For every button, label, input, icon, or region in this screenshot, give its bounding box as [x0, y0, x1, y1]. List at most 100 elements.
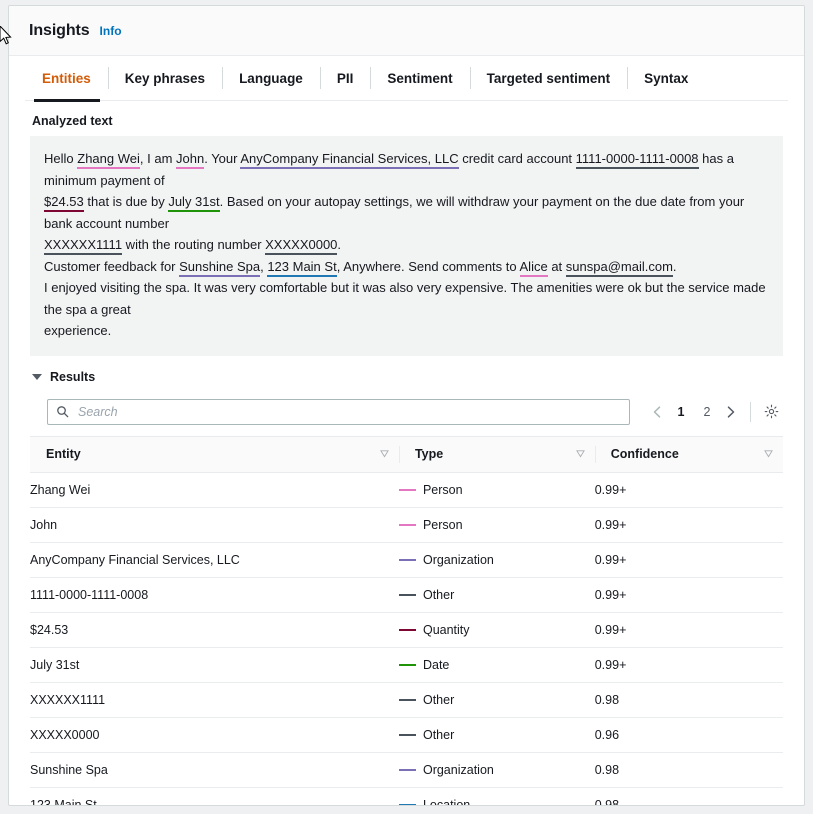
cell-confidence: 0.99+ [595, 647, 783, 682]
results-label: Results [50, 370, 95, 384]
type-label: Other [423, 588, 454, 602]
column-label-entity: Entity [46, 447, 81, 461]
table-row[interactable]: Zhang WeiPerson0.99+ [30, 472, 783, 507]
analyzed-text-line: Hello Zhang Wei, I am John. Your AnyComp… [44, 148, 769, 191]
search-input[interactable] [76, 404, 621, 420]
cell-entity: Zhang Wei [30, 472, 399, 507]
entity-highlight-quantity: $24.53 [44, 194, 84, 212]
insights-page: Insights Info EntitiesKey phrasesLanguag… [0, 0, 813, 814]
text-segment: credit card account [459, 151, 576, 166]
type-color-swatch [399, 559, 416, 561]
text-segment: Customer feedback for [44, 259, 179, 274]
tab-targeted-sentiment[interactable]: Targeted sentiment [470, 56, 628, 100]
cell-entity: 123 Main St [30, 787, 399, 806]
cell-entity: AnyCompany Financial Services, LLC [30, 542, 399, 577]
text-segment: that is due by [84, 194, 169, 209]
text-segment: I enjoyed visiting the spa. It was very … [44, 280, 766, 317]
table-row[interactable]: John Person 0.99+ [30, 507, 783, 542]
table-toolbar: 1 2 [30, 390, 783, 436]
results-table: Entity Type [30, 436, 783, 807]
entity-highlight-location: 123 Main St [267, 259, 336, 277]
cell-entity: 1111-0000-1111-0008 [30, 577, 399, 612]
table-head: Entity Type [30, 436, 783, 472]
column-label-confidence: Confidence [611, 447, 679, 461]
chevron-left-icon [653, 406, 661, 418]
tab-label: Sentiment [387, 71, 452, 86]
text-segment: at [548, 259, 566, 274]
cell-confidence: 0.99+ [595, 507, 783, 542]
search-box[interactable] [47, 399, 630, 425]
text-segment: experience. [44, 323, 111, 338]
results-expander[interactable]: Results [32, 370, 783, 384]
cell-entity: XXXXX0000 [30, 717, 399, 752]
column-header-entity[interactable]: Entity [30, 436, 399, 472]
pagination-prev-button[interactable] [646, 401, 668, 423]
cell-type: Date [399, 647, 595, 682]
chevron-down-icon [32, 374, 42, 380]
text-segment: . [337, 237, 341, 252]
text-segment: , Anywhere. Send comments to [337, 259, 520, 274]
type-label: Person [423, 518, 463, 532]
type-label: Organization [423, 763, 494, 777]
entity-highlight-org: AnyCompany Financial Services, LLC [240, 151, 458, 169]
tabs-underline [25, 100, 788, 101]
table-header-row: Entity Type [30, 436, 783, 472]
analyzed-text-line: XXXXXX1111 with the routing number XXXXX… [44, 234, 769, 256]
tab-pii[interactable]: PII [320, 56, 371, 100]
type-color-swatch [399, 524, 416, 526]
cell-confidence: 0.99+ [595, 612, 783, 647]
search-icon [56, 405, 69, 418]
cell-type: Other [399, 577, 595, 612]
type-color-swatch [399, 804, 416, 806]
table-preferences-button[interactable] [760, 401, 782, 423]
table-row[interactable]: Sunshine SpaOrganization0.98 [30, 752, 783, 787]
analyzed-text-line: experience. [44, 320, 769, 342]
table-row[interactable]: 1111-0000-1111-0008 Other 0.99+ [30, 577, 783, 612]
cell-type: Person [399, 507, 595, 542]
analyzed-text-line: Customer feedback for Sunshine Spa, 123 … [44, 256, 769, 278]
cell-entity: Sunshine Spa [30, 752, 399, 787]
pagination-page-2[interactable]: 2 [696, 401, 718, 423]
table-row[interactable]: XXXXX0000Other0.96 [30, 717, 783, 752]
text-segment: . [673, 259, 677, 274]
column-label-type: Type [415, 447, 443, 461]
type-color-swatch [399, 629, 416, 631]
sort-icon [764, 449, 773, 458]
chevron-right-icon [727, 406, 735, 418]
card-body: Analyzed text Hello Zhang Wei, I am John… [9, 114, 804, 806]
cell-entity: John [30, 507, 399, 542]
cell-type: Other [399, 682, 595, 717]
type-label: Quantity [423, 623, 470, 637]
cell-confidence: 0.99+ [595, 542, 783, 577]
column-header-type[interactable]: Type [399, 436, 595, 472]
cell-confidence: 0.99+ [595, 577, 783, 612]
column-header-confidence[interactable]: Confidence [595, 436, 783, 472]
entity-highlight-date: July 31st [168, 194, 219, 212]
entity-highlight-person: Zhang Wei [77, 151, 140, 169]
table-row[interactable]: XXXXXX1111Other0.98 [30, 682, 783, 717]
type-label: Other [423, 728, 454, 742]
tab-syntax[interactable]: Syntax [627, 56, 705, 100]
results-table-section: 1 2 [30, 390, 783, 807]
table-row[interactable]: AnyCompany Financial Services, LLC Organi… [30, 542, 783, 577]
entity-highlight-other: XXXXXX1111 [44, 237, 122, 255]
table-row[interactable]: July 31stDate0.99+ [30, 647, 783, 682]
type-label: Organization [423, 553, 494, 567]
tab-list: EntitiesKey phrasesLanguage PII Sentiment T… [25, 56, 788, 100]
type-color-swatch [399, 699, 416, 701]
info-link[interactable]: Info [100, 24, 122, 38]
table-row[interactable]: $24.53Quantity0.99+ [30, 612, 783, 647]
tab-key-phrases[interactable]: Key phrases [108, 56, 222, 100]
tab-label: Targeted sentiment [487, 71, 611, 86]
tab-sentiment[interactable]: Sentiment [370, 56, 469, 100]
type-color-swatch [399, 489, 416, 491]
table-row[interactable]: 123 Main StLocation0.98 [30, 787, 783, 806]
cell-type: Location [399, 787, 595, 806]
pagination-page-1[interactable]: 1 [670, 401, 692, 423]
entity-highlight-person: John [176, 151, 204, 169]
pagination-next-button[interactable] [720, 401, 742, 423]
analyzed-text-line: $24.53 that is due by July 31st. Based o… [44, 191, 769, 234]
tab-language[interactable]: Language [222, 56, 320, 100]
tab-entities[interactable]: Entities [25, 56, 108, 100]
tab-label: PII [337, 71, 354, 86]
